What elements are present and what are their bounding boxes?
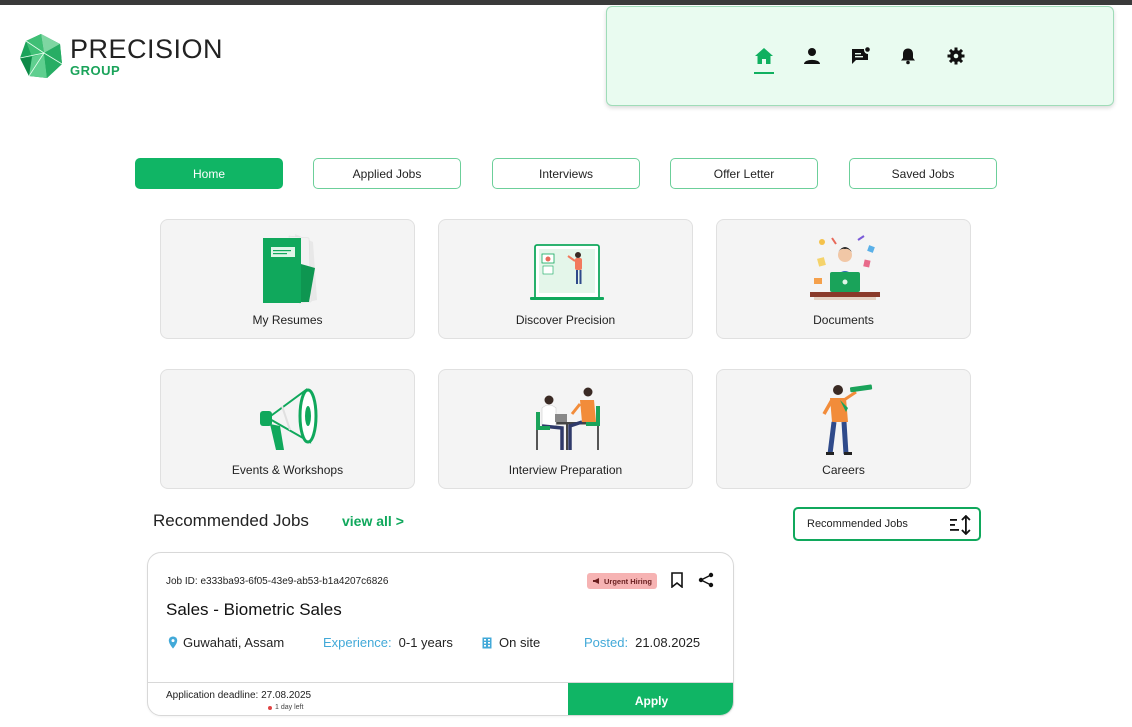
job-title: Sales - Biometric Sales [166, 600, 342, 619]
card-interview-preparation[interactable]: Interview Preparation [438, 369, 693, 489]
card-label: Interview Preparation [508, 463, 623, 477]
view-all-link[interactable]: view all > [342, 513, 404, 529]
recommended-sort-select[interactable]: Recommended Jobs [793, 507, 981, 541]
top-icon-bar [606, 6, 1114, 106]
card-events-workshops[interactable]: Events & Workshops [160, 369, 415, 489]
presentation-illustration [529, 244, 604, 300]
tab-saved-jobs[interactable]: Saved Jobs [849, 158, 997, 189]
share-icon[interactable] [698, 572, 714, 593]
sort-icon [949, 514, 971, 538]
experience-label: Experience: [323, 635, 392, 650]
tab-applied-jobs[interactable]: Applied Jobs [313, 158, 461, 189]
card-discover-precision[interactable]: Discover Precision [438, 219, 693, 339]
card-label: Discover Precision [515, 313, 616, 327]
posted-label: Posted: [584, 635, 629, 650]
tab-offer-letter[interactable]: Offer Letter [670, 158, 818, 189]
brand-logo[interactable]: PRECISION GROUP [18, 32, 223, 80]
window-top-bar [0, 0, 1132, 5]
red-dot-icon [268, 705, 272, 710]
apply-button[interactable]: Apply [568, 683, 733, 715]
application-deadline: Application deadline: 27.08.2025 [166, 690, 312, 701]
messages-icon[interactable] [849, 45, 871, 67]
card-label: Careers [822, 463, 865, 477]
documents-illustration [809, 235, 880, 300]
job-card[interactable]: Job ID: e333ba93-6f05-43e9-ab53-b1a4207c… [147, 552, 734, 716]
tab-interviews[interactable]: Interviews [492, 158, 640, 189]
card-my-resumes[interactable]: My Resumes [160, 219, 415, 339]
job-id: Job ID: e333ba93-6f05-43e9-ab53-b1a4207c… [166, 576, 389, 587]
megaphone-icon [593, 578, 599, 584]
days-left-text: 1 day left [275, 704, 304, 711]
card-label: Events & Workshops [231, 463, 344, 477]
job-location-value: Guwahati, Assam [183, 635, 285, 650]
job-location: Guwahati, Assam [168, 635, 284, 650]
job-experience: Experience: 0-1 years [323, 635, 453, 650]
card-careers[interactable]: Careers [716, 369, 971, 489]
megaphone-illustration [259, 388, 317, 450]
location-pin-icon [168, 636, 178, 649]
job-card-footer: Application deadline: 27.08.2025 1 day l… [148, 682, 733, 715]
bell-icon[interactable] [897, 45, 919, 67]
bookmark-icon[interactable] [670, 572, 684, 593]
job-work-mode: On site [482, 635, 540, 650]
work-mode-value: On site [499, 635, 541, 650]
card-label: Documents [813, 313, 874, 327]
experience-value: 0-1 years [398, 635, 453, 650]
gear-icon[interactable] [945, 45, 967, 67]
card-label: My Resumes [252, 313, 323, 327]
brand-subname: GROUP [70, 62, 121, 78]
telescope-man-illustration [821, 384, 872, 455]
days-left-indicator: 1 day left [268, 704, 303, 711]
resume-folder-illustration [262, 234, 317, 304]
urgent-hiring-label: Urgent Hiring [604, 576, 652, 586]
posted-value: 21.08.2025 [635, 635, 701, 650]
tab-home[interactable]: Home [135, 158, 283, 189]
urgent-hiring-badge: Urgent Hiring [587, 573, 657, 589]
precision-logo-icon [19, 34, 63, 78]
job-posted: Posted: 21.08.2025 [584, 635, 700, 650]
main-tabs: Home Applied Jobs Interviews Offer Lette… [135, 158, 999, 189]
profile-icon[interactable] [801, 45, 823, 67]
home-icon[interactable] [753, 45, 775, 74]
recommended-jobs-title: Recommended Jobs [153, 511, 309, 530]
sort-select-label: Recommended Jobs [807, 518, 908, 530]
building-icon [482, 637, 492, 648]
brand-name: PRECISION [70, 33, 224, 64]
card-documents[interactable]: Documents [716, 219, 971, 339]
interview-illustration [535, 387, 600, 450]
